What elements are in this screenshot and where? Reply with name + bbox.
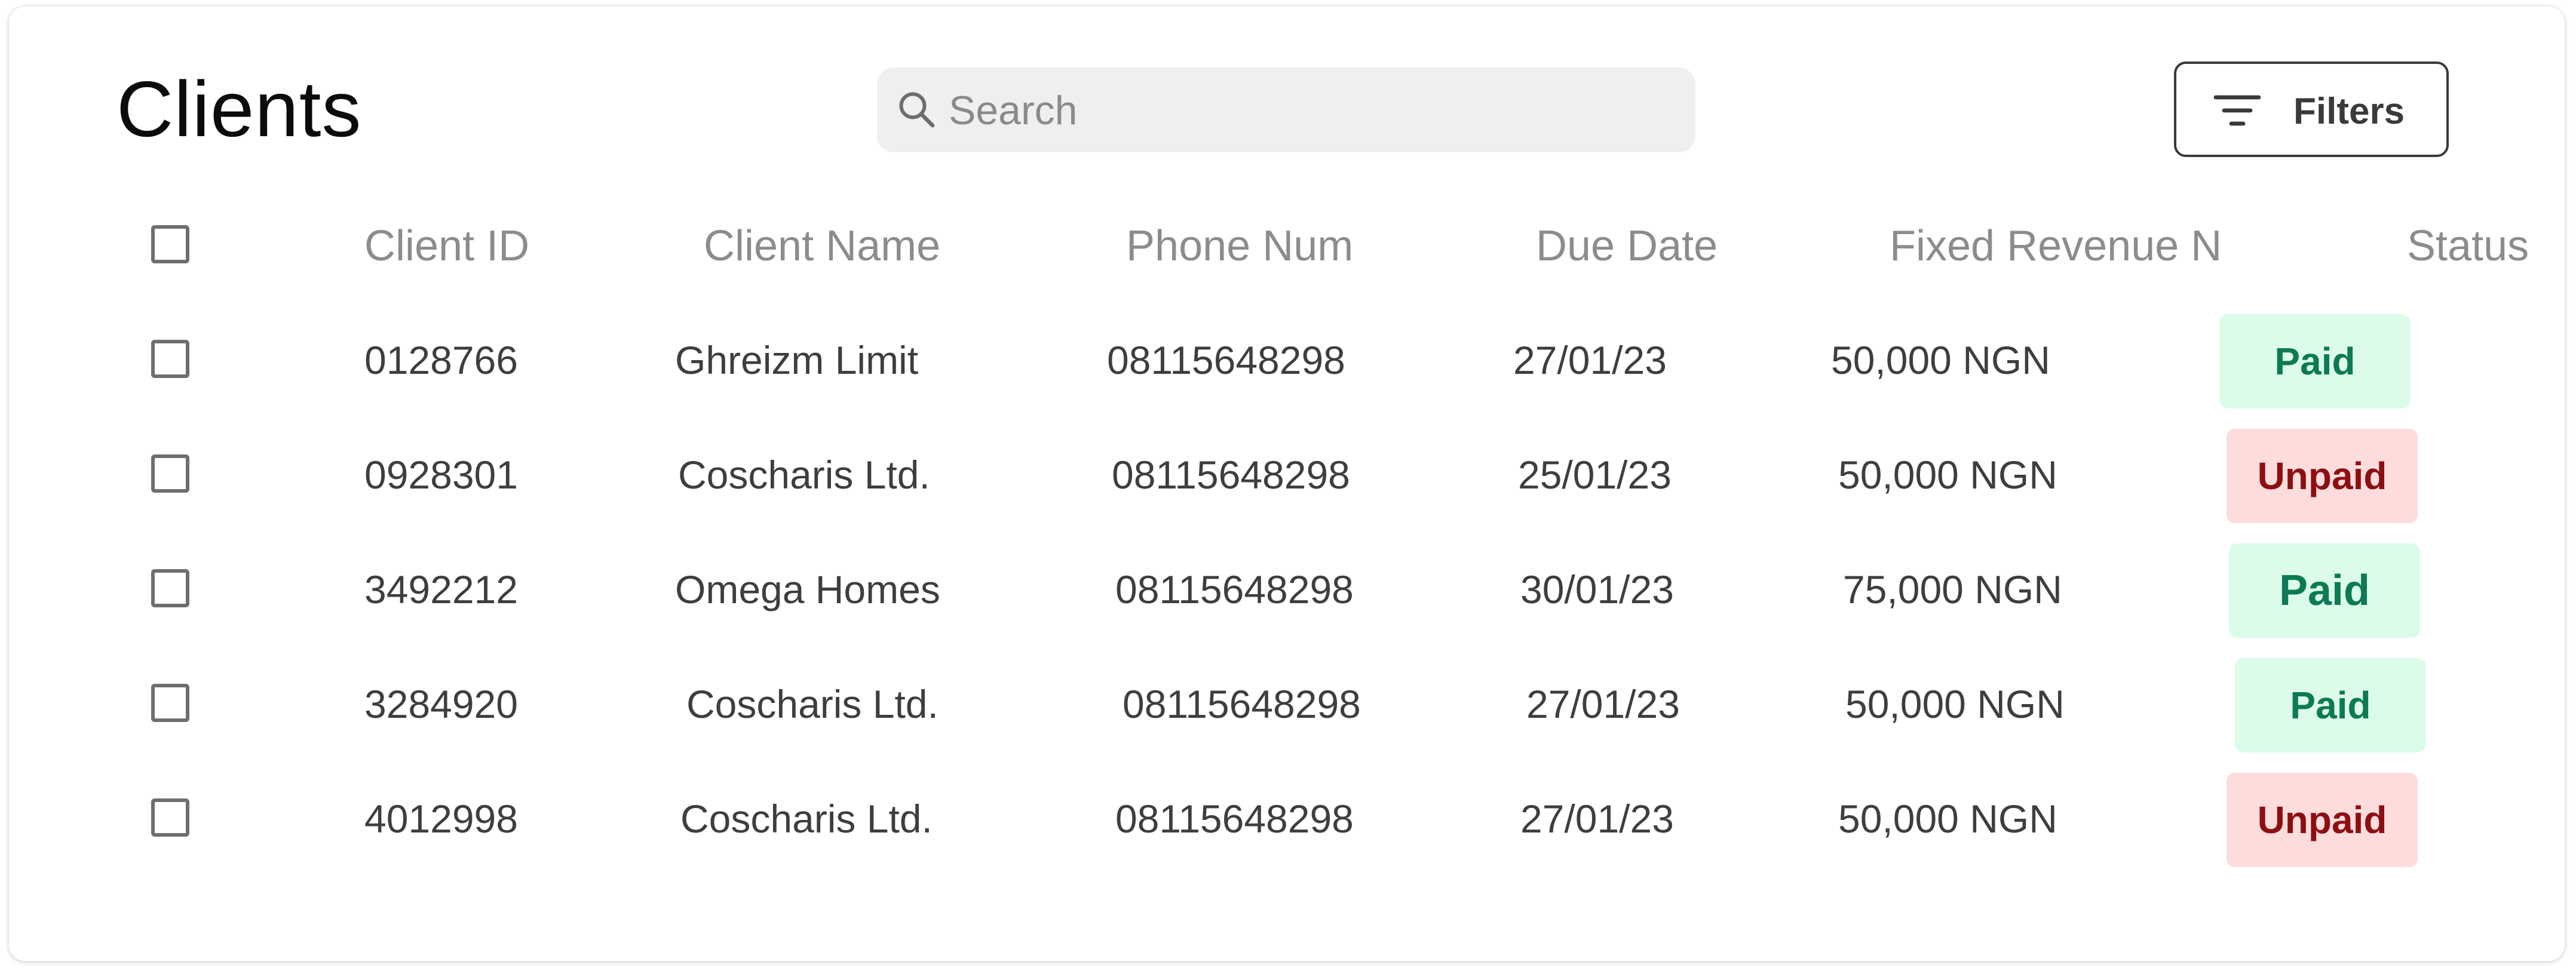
column-header-phone[interactable]: Phone Num: [1126, 219, 1353, 273]
cell-client-name: Coscharis Ltd.: [680, 797, 933, 841]
cell-client-name: Coscharis Ltd.: [678, 453, 930, 497]
column-header-status[interactable]: Status: [2407, 219, 2529, 273]
cell-due-date: 25/01/23: [1518, 453, 1672, 497]
page-title: Clients: [116, 65, 362, 153]
row-checkbox[interactable]: [151, 454, 189, 493]
cell-client-id: 0928301: [364, 453, 518, 497]
column-header-client-id[interactable]: Client ID: [364, 219, 529, 273]
search-bar[interactable]: [877, 67, 1695, 152]
cell-due-date: 27/01/23: [1520, 797, 1674, 841]
cell-phone: 08115648298: [1115, 567, 1354, 612]
cell-due-date: 27/01/23: [1526, 682, 1680, 726]
cell-client-id: 0128766: [364, 338, 518, 382]
status-badge: Unpaid: [2227, 773, 2418, 867]
search-icon: [899, 92, 935, 128]
cell-client-id: 4012998: [364, 797, 518, 841]
column-header-revenue[interactable]: Fixed Revenue N: [1890, 219, 2222, 273]
cell-due-date: 30/01/23: [1520, 567, 1674, 612]
search-input[interactable]: [947, 83, 1667, 138]
row-checkbox[interactable]: [151, 340, 189, 378]
cell-revenue: 50,000 NGN: [1838, 453, 2057, 497]
status-badge: Paid: [2219, 314, 2411, 408]
status-badge: Paid: [2229, 543, 2420, 638]
row-checkbox[interactable]: [151, 798, 189, 837]
select-all-checkbox[interactable]: [151, 225, 189, 263]
filters-label: Filters: [2293, 91, 2405, 132]
cell-phone: 08115648298: [1112, 453, 1350, 497]
cell-client-id: 3492212: [364, 567, 518, 612]
row-checkbox[interactable]: [151, 569, 189, 607]
column-header-due-date[interactable]: Due Date: [1536, 219, 1718, 273]
cell-phone: 08115648298: [1115, 797, 1354, 841]
column-header-client-name[interactable]: Client Name: [704, 219, 940, 273]
cell-client-id: 3284920: [364, 682, 518, 726]
row-checkbox[interactable]: [151, 684, 189, 722]
cell-revenue: 50,000 NGN: [1845, 682, 2065, 726]
cell-client-name: Coscharis Ltd.: [686, 682, 939, 726]
clients-card: Clients Filters Client ID Client Name Ph…: [8, 6, 2565, 961]
filters-button[interactable]: Filters: [2174, 62, 2449, 157]
cell-client-name: Omega Homes: [675, 567, 940, 612]
cell-revenue: 75,000 NGN: [1843, 567, 2062, 612]
cell-revenue: 50,000 NGN: [1838, 797, 2057, 841]
status-badge: Paid: [2235, 658, 2426, 752]
filter-lines-icon: [2213, 95, 2261, 126]
status-badge: Unpaid: [2227, 429, 2418, 523]
cell-client-name: Ghreizm Limit: [675, 338, 919, 382]
cell-phone: 08115648298: [1123, 682, 1361, 726]
cell-phone: 08115648298: [1107, 338, 1345, 382]
cell-revenue: 50,000 NGN: [1831, 338, 2050, 382]
cell-due-date: 27/01/23: [1513, 338, 1667, 382]
